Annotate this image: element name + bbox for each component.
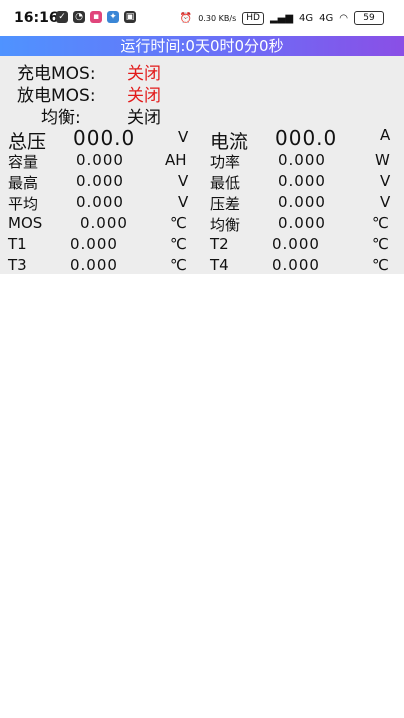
- total-voltage-value: 000.0: [73, 126, 136, 150]
- power-value: 0.000: [278, 151, 326, 169]
- t1-unit: ℃: [170, 235, 187, 253]
- signal-icon: ▂▄▆: [269, 12, 294, 24]
- t2-unit: ℃: [372, 235, 389, 253]
- mos-temp-label: MOS: [8, 214, 43, 232]
- battery-icon: 59: [354, 11, 384, 25]
- t1-value: 0.000: [70, 235, 118, 253]
- status-bar: 16:16 ✓ ◔ ▪ ✦ ▣ ⏰ 0.30 KB/s HD ▂▄▆ 4G 4G…: [0, 0, 404, 36]
- mos-temp-value: 0.000: [80, 214, 128, 232]
- diff-value: 0.000: [278, 193, 326, 211]
- max-label: 最高: [8, 174, 39, 192]
- max-unit: V: [178, 172, 189, 190]
- gallery-icon: ▣: [124, 11, 136, 23]
- max-value: 0.000: [76, 172, 124, 190]
- t1-label: T1: [8, 235, 27, 253]
- t3-label: T3: [8, 256, 27, 274]
- capacity-label: 容量: [8, 153, 39, 171]
- capacity-value: 0.000: [76, 151, 124, 169]
- t2-value: 0.000: [272, 235, 320, 253]
- bms-panel: 充电MOS: 关闭 放电MOS: 关闭 均衡: 关闭 总压 000.0 V 电流…: [0, 56, 404, 274]
- runtime-banner: 运行时间:0天0时0分0秒: [0, 36, 404, 56]
- balance-temp-value: 0.000: [278, 214, 326, 232]
- current-value: 000.0: [275, 126, 338, 150]
- alarm-icon: ⏰: [179, 12, 193, 24]
- hd-badge: HD: [242, 11, 264, 25]
- app-notification-icon: ✦: [107, 11, 119, 23]
- wifi-icon: ◠: [339, 12, 348, 24]
- network-type: 4G: [319, 12, 334, 24]
- current-unit: A: [380, 126, 391, 144]
- diff-label: 压差: [210, 195, 241, 213]
- t3-value: 0.000: [70, 256, 118, 274]
- balance-status: 关闭: [127, 108, 161, 128]
- min-unit: V: [380, 172, 391, 190]
- current-label: 电流: [210, 131, 249, 153]
- total-voltage-unit: V: [178, 128, 189, 146]
- system-icons: ⏰ 0.30 KB/s HD ▂▄▆ 4G 4G ◠ 59: [180, 11, 384, 25]
- min-value: 0.000: [278, 172, 326, 190]
- total-voltage-label: 总压: [8, 131, 47, 153]
- power-label: 功率: [210, 153, 241, 171]
- t4-unit: ℃: [372, 256, 389, 274]
- capacity-unit: AH: [165, 151, 187, 169]
- balance-label: 均衡:: [41, 108, 81, 128]
- avg-unit: V: [178, 193, 189, 211]
- t2-label: T2: [210, 235, 229, 253]
- mos-temp-unit: ℃: [170, 214, 187, 232]
- network-type: 4G: [299, 12, 314, 24]
- min-label: 最低: [210, 174, 241, 192]
- t3-unit: ℃: [170, 256, 187, 274]
- qq-icon: ◔: [73, 11, 85, 23]
- diff-unit: V: [380, 193, 391, 211]
- balance-temp-unit: ℃: [372, 214, 389, 232]
- notification-icons: ✓ ◔ ▪ ✦ ▣: [56, 11, 136, 23]
- app-notification-icon: ▪: [90, 11, 102, 23]
- avg-value: 0.000: [76, 193, 124, 211]
- clock: 16:16: [14, 10, 59, 26]
- t4-value: 0.000: [272, 256, 320, 274]
- app-notification-icon: ✓: [56, 11, 68, 23]
- net-speed: 0.30 KB/s: [198, 13, 237, 23]
- t4-label: T4: [210, 256, 229, 274]
- avg-label: 平均: [8, 195, 39, 213]
- balance-temp-label: 均衡: [210, 216, 241, 234]
- power-unit: W: [375, 151, 390, 169]
